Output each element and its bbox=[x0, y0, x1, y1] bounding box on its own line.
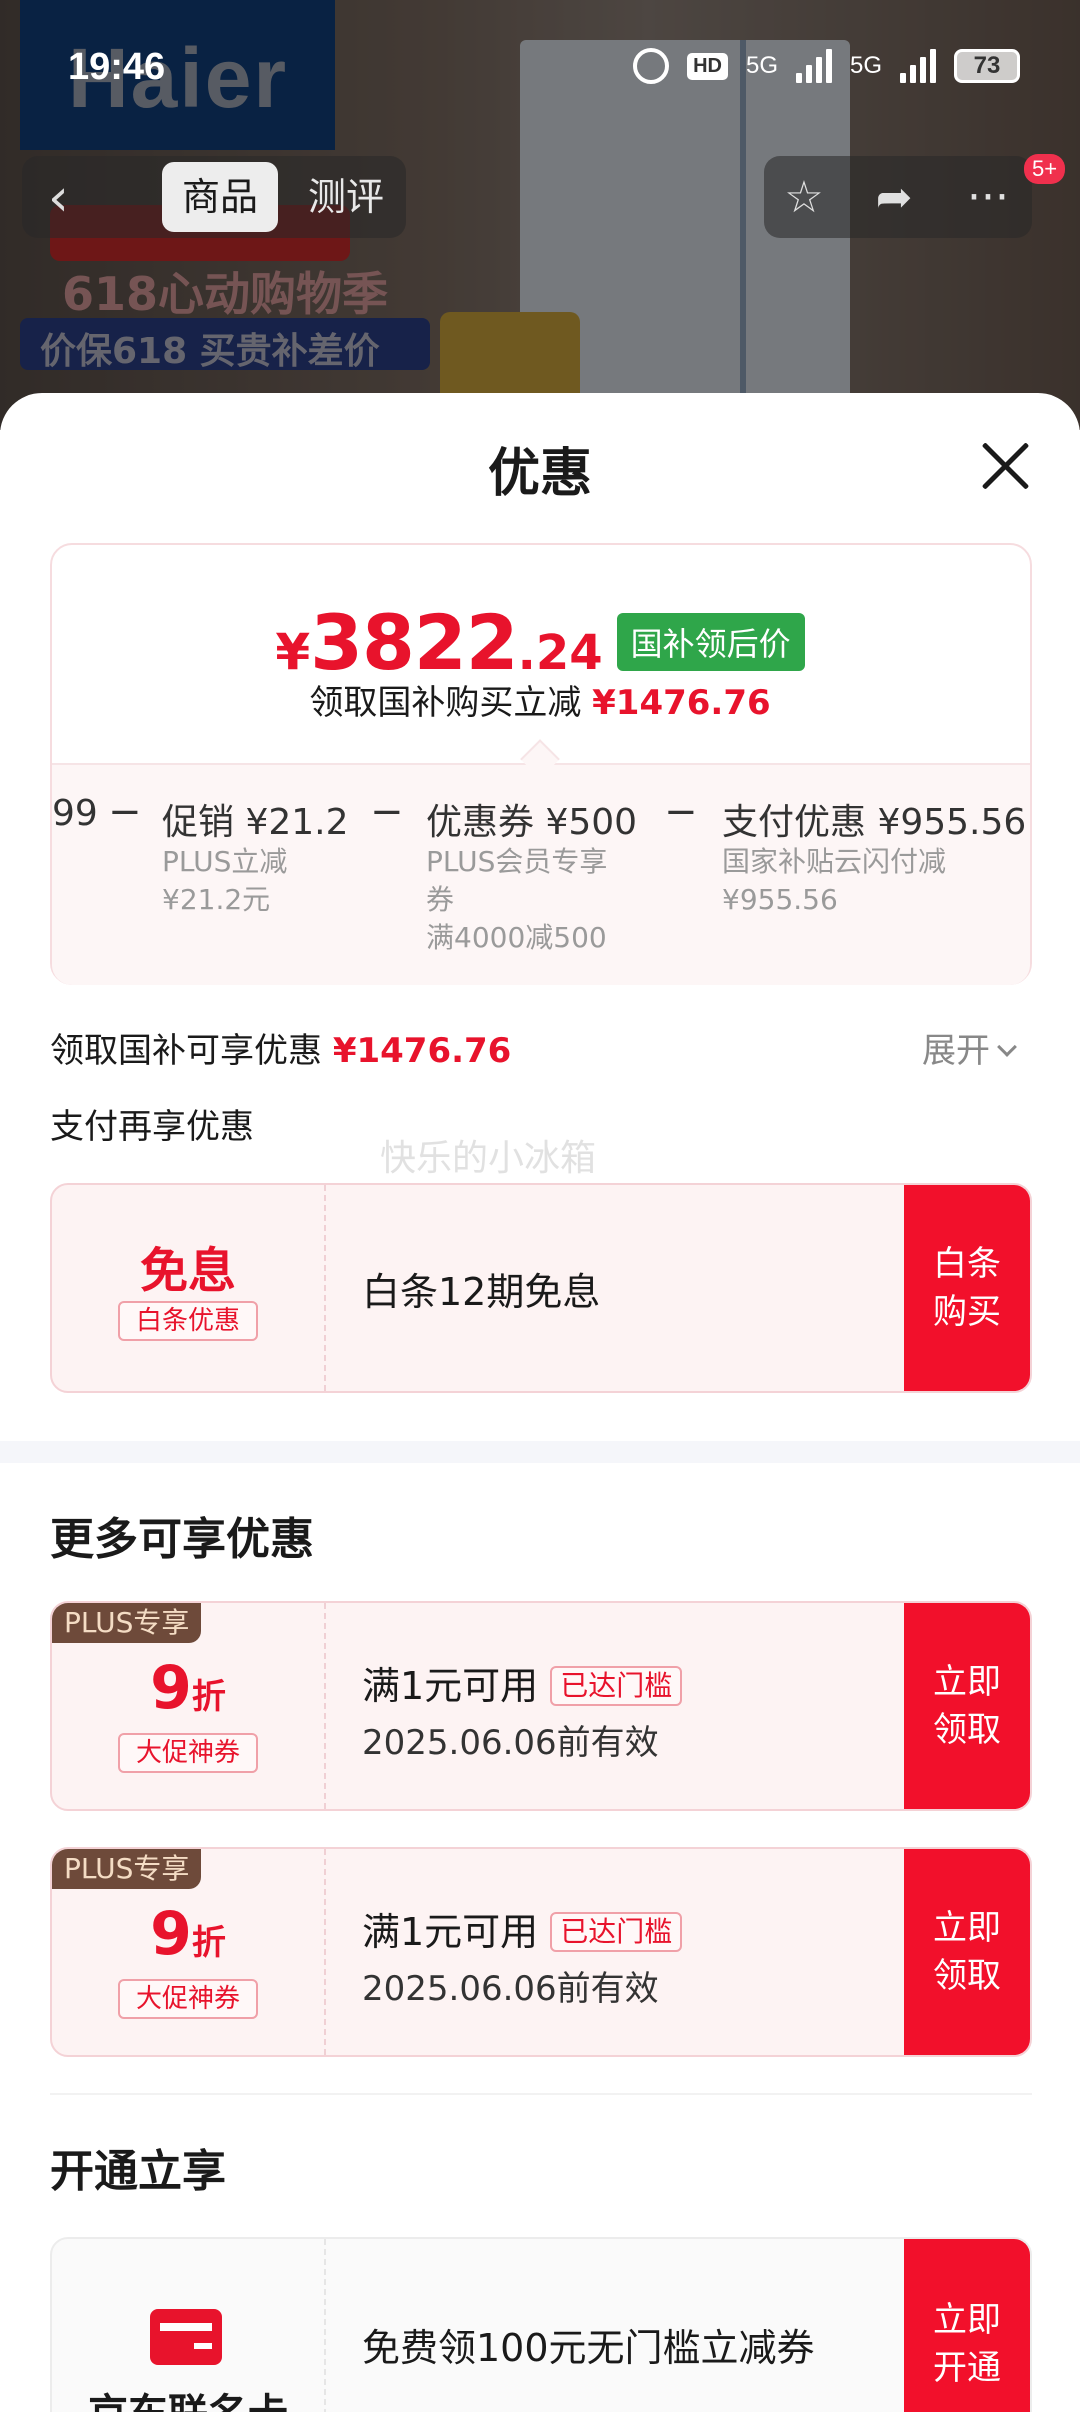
alarm-icon bbox=[633, 48, 670, 84]
back-icon[interactable]: ‹ bbox=[48, 168, 88, 228]
battery-icon: 73 bbox=[954, 49, 1020, 83]
breakdown-item-promo-head: 促销 ¥21.2 bbox=[162, 802, 349, 843]
breakdown-minus: − bbox=[664, 789, 698, 835]
breakdown-item-coupon-head: 优惠券 ¥500 bbox=[426, 802, 638, 843]
plus-coupon-card[interactable]: PLUS专享 9折 大促神券 满1元可用 已达门槛 2025.06.06前有效 立… bbox=[50, 1601, 1032, 1811]
subsidy-row: 领取国补可享优惠 ¥1476.76 bbox=[50, 1023, 511, 1072]
breakdown-minus: − bbox=[370, 789, 404, 835]
breakdown-item-payment-head: 支付优惠 ¥955.56 bbox=[722, 802, 1027, 843]
plus-coupon-card[interactable]: PLUS专享 9折 大促神券 满1元可用 已达门槛 2025.06.06前有效 立… bbox=[50, 1847, 1032, 2057]
discount-sheet: 优惠 ¥3822.24 国补领后价 领取国补购买立减 ¥1476.76 99 − … bbox=[0, 393, 1080, 2412]
subsidy-amount: ¥1476.76 bbox=[332, 1031, 512, 1071]
coupon-divider bbox=[324, 1185, 326, 1391]
breakdown-item-coupon-sub: PLUS会员专享 券 满4000减500 bbox=[426, 843, 607, 957]
discount-value: 9 bbox=[150, 1653, 192, 1723]
coupon-validity: 2025.06.06前有效 bbox=[362, 1723, 659, 1763]
price-decimal: .24 bbox=[517, 625, 603, 681]
open-card-button[interactable]: 立即开通 bbox=[904, 2239, 1030, 2412]
breakdown-sub-line: 国家补贴云闪付减 bbox=[722, 845, 947, 878]
price-reduction-line: 领取国补购买立减 ¥1476.76 bbox=[0, 675, 1080, 724]
plus-exclusive-ribbon: PLUS专享 bbox=[52, 1849, 202, 1889]
chevron-down-icon bbox=[997, 1037, 1017, 1057]
coupon-big-label: 免息 bbox=[139, 1243, 236, 1299]
coupon-type-tag: 大促神券 bbox=[118, 1979, 258, 2019]
more-offers-title: 更多可享优惠 bbox=[50, 1514, 314, 1565]
claim-button[interactable]: 立即领取 bbox=[904, 1603, 1030, 1809]
coupon-divider bbox=[324, 1849, 326, 2055]
claim-button[interactable]: 立即领取 bbox=[904, 1849, 1030, 2055]
subsidy-label: 领取国补可享优惠 bbox=[50, 1031, 322, 1071]
breakdown-item-payment-sub: 国家补贴云闪付减 ¥955.56 bbox=[722, 843, 946, 919]
baitiao-coupon-card[interactable]: 免息 白条优惠 白条12期免息 白条购买 bbox=[50, 1183, 1032, 1393]
watermark-text: 快乐的小冰箱 bbox=[380, 1138, 597, 1179]
final-price: ¥3822.24 国补领后价 bbox=[0, 598, 1080, 687]
breakdown-minus: − bbox=[108, 789, 142, 835]
section-divider-thin bbox=[50, 2093, 1032, 2095]
tab-review[interactable]: 测评 bbox=[296, 162, 396, 232]
more-icon[interactable]: ··· bbox=[960, 170, 1016, 226]
breakdown-item-0-head: 99 bbox=[52, 793, 98, 834]
price-integer: 3822 bbox=[310, 598, 519, 687]
credit-card-icon bbox=[150, 2309, 222, 2365]
breakdown-sub-line: ¥21.2元 bbox=[162, 883, 271, 916]
co-brand-card-offer[interactable]: 京东联名卡 免费领100元无门槛立减券 立即开通 bbox=[50, 2237, 1032, 2412]
discount-unit: 折 bbox=[191, 1677, 226, 1717]
network-label-2: 5G bbox=[849, 52, 882, 79]
signal-icon bbox=[795, 49, 832, 83]
network-label-1: 5G bbox=[745, 52, 778, 79]
card-offer-title: 免费领100元无门槛立减券 bbox=[362, 2326, 815, 2370]
coupon-title: 白条12期免息 bbox=[362, 1270, 601, 1314]
status-time: 19:46 bbox=[68, 46, 166, 88]
coupon-divider bbox=[324, 2239, 326, 2412]
price-reduction-label: 领取国补购买立减 bbox=[309, 683, 582, 723]
message-badge: 5+ bbox=[1024, 154, 1066, 184]
signal-icon-2 bbox=[900, 49, 936, 83]
coupon-divider bbox=[324, 1603, 326, 1809]
status-icons: HD 5G 5G 73 bbox=[633, 48, 1020, 84]
threshold-met-tag: 已达门槛 bbox=[550, 1912, 683, 1952]
section-divider bbox=[0, 1441, 1080, 1463]
share-icon[interactable]: ➦ bbox=[866, 170, 922, 226]
currency-symbol: ¥ bbox=[275, 623, 311, 681]
breakdown-item-promo-sub: PLUS立减 ¥21.2元 bbox=[162, 843, 287, 919]
discount-value: 9 bbox=[150, 1899, 192, 1969]
price-type-tag: 国补领后价 bbox=[616, 613, 805, 671]
coupon-validity: 2025.06.06前有效 bbox=[362, 1969, 659, 2009]
baitiao-buy-button[interactable]: 白条购买 bbox=[904, 1185, 1030, 1391]
coupon-title-line: 满1元可用 已达门槛 bbox=[362, 1655, 683, 1710]
coupon-threshold: 满1元可用 bbox=[362, 1664, 539, 1708]
coupon-threshold: 满1元可用 bbox=[362, 1910, 539, 1954]
breakdown-sub-line: 满4000减500 bbox=[426, 921, 607, 954]
coupon-discount: 9折 bbox=[52, 1653, 324, 1723]
discount-unit: 折 bbox=[191, 1923, 226, 1963]
price-reduction-amount: ¥1476.76 bbox=[592, 683, 771, 723]
open-offers-title: 开通立享 bbox=[50, 2146, 226, 2197]
hd-icon: HD bbox=[687, 52, 728, 80]
star-icon[interactable]: ☆ bbox=[776, 170, 832, 226]
expand-label: 展开 bbox=[922, 1031, 990, 1071]
coupon-title-line: 满1元可用 已达门槛 bbox=[362, 1901, 683, 1956]
tab-product[interactable]: 商品 bbox=[162, 162, 278, 232]
breakdown-sub-line: 券 bbox=[426, 883, 455, 916]
threshold-met-tag: 已达门槛 bbox=[550, 1666, 683, 1706]
plus-exclusive-ribbon: PLUS专享 bbox=[52, 1603, 202, 1643]
breakdown-sub-line: PLUS会员专享 bbox=[426, 845, 608, 878]
expand-toggle[interactable]: 展开 bbox=[922, 1023, 1017, 1072]
card-name: 京东联名卡 bbox=[52, 2381, 324, 2412]
breakdown-sub-line: ¥955.56 bbox=[722, 883, 838, 916]
close-icon[interactable] bbox=[978, 439, 1032, 493]
breakdown-sub-line: PLUS立减 bbox=[162, 845, 288, 878]
coupon-type-tag: 大促神券 bbox=[118, 1733, 258, 1773]
status-bar: 19:46 HD 5G 5G 73 bbox=[0, 0, 1080, 140]
pay-section-label: 支付再享优惠 bbox=[50, 1107, 254, 1147]
coupon-discount: 9折 bbox=[52, 1899, 324, 1969]
sheet-title: 优惠 bbox=[487, 444, 592, 504]
coupon-type-tag: 白条优惠 bbox=[118, 1301, 258, 1341]
